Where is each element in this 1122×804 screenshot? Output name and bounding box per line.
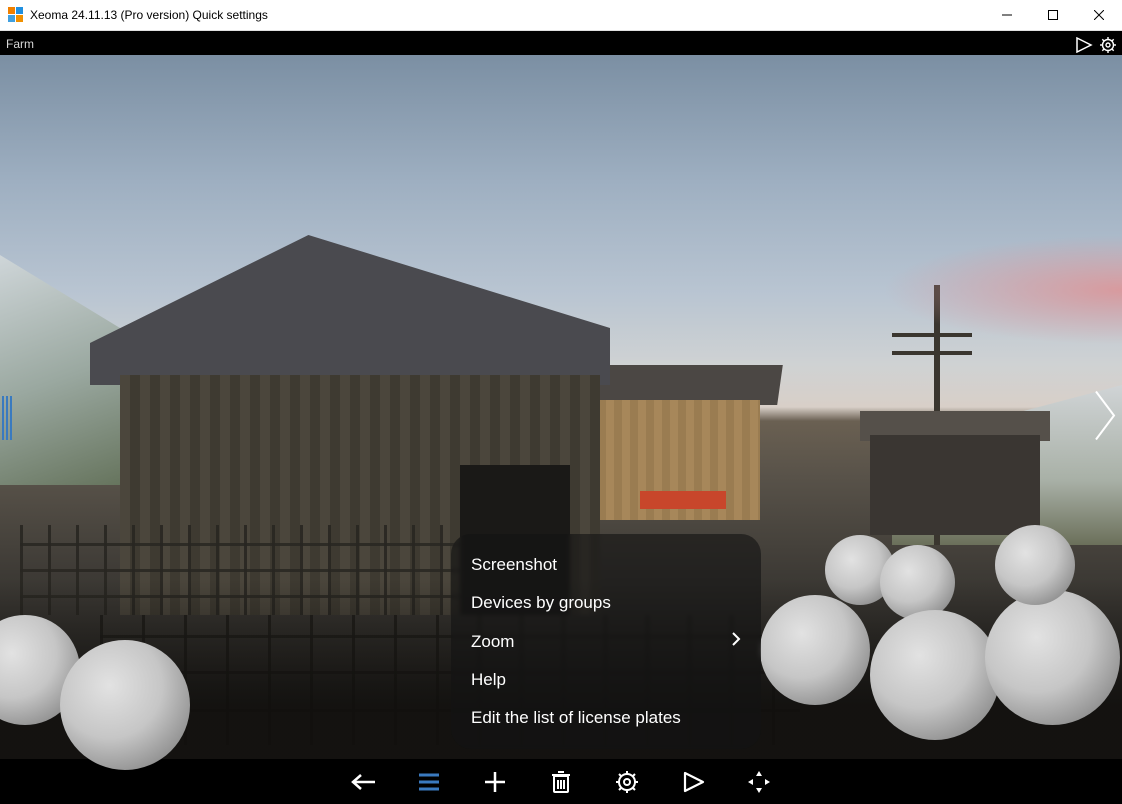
settings-button[interactable]	[613, 768, 641, 796]
minimize-button[interactable]	[984, 0, 1030, 30]
menu-item-screenshot[interactable]: Screenshot	[451, 546, 761, 584]
maximize-button[interactable]	[1030, 0, 1076, 30]
delete-button[interactable]	[547, 768, 575, 796]
add-button[interactable]	[481, 768, 509, 796]
gear-icon[interactable]	[1100, 37, 1116, 58]
context-menu: Screenshot Devices by groups Zoom Help E…	[451, 534, 761, 749]
menu-item-edit-license-plates[interactable]: Edit the list of license plates	[451, 699, 761, 737]
back-button[interactable]	[349, 768, 377, 796]
play-button[interactable]	[679, 768, 707, 796]
menu-item-help[interactable]: Help	[451, 661, 761, 699]
chevron-right-icon	[731, 631, 741, 652]
menu-item-zoom[interactable]: Zoom	[451, 622, 761, 661]
window-title: Xeoma 24.11.13 (Pro version) Quick setti…	[30, 8, 268, 22]
app-icon	[8, 7, 24, 23]
menu-item-label: Screenshot	[471, 555, 557, 575]
menu-item-label: Devices by groups	[471, 593, 611, 613]
bottom-toolbar	[0, 759, 1122, 804]
close-button[interactable]	[1076, 0, 1122, 30]
move-button[interactable]	[745, 768, 773, 796]
window-titlebar: Xeoma 24.11.13 (Pro version) Quick setti…	[0, 0, 1122, 31]
menu-item-devices-by-groups[interactable]: Devices by groups	[451, 584, 761, 622]
next-camera-button[interactable]	[1092, 388, 1118, 449]
play-icon[interactable]	[1076, 37, 1094, 58]
layouts-button[interactable]	[415, 768, 443, 796]
prev-camera-button[interactable]	[2, 396, 12, 440]
camera-viewport[interactable]: Farm Screenshot	[0, 31, 1122, 804]
menu-item-label: Zoom	[471, 632, 514, 652]
camera-label: Farm	[6, 37, 34, 51]
menu-item-label: Edit the list of license plates	[471, 708, 681, 728]
menu-item-label: Help	[471, 670, 506, 690]
